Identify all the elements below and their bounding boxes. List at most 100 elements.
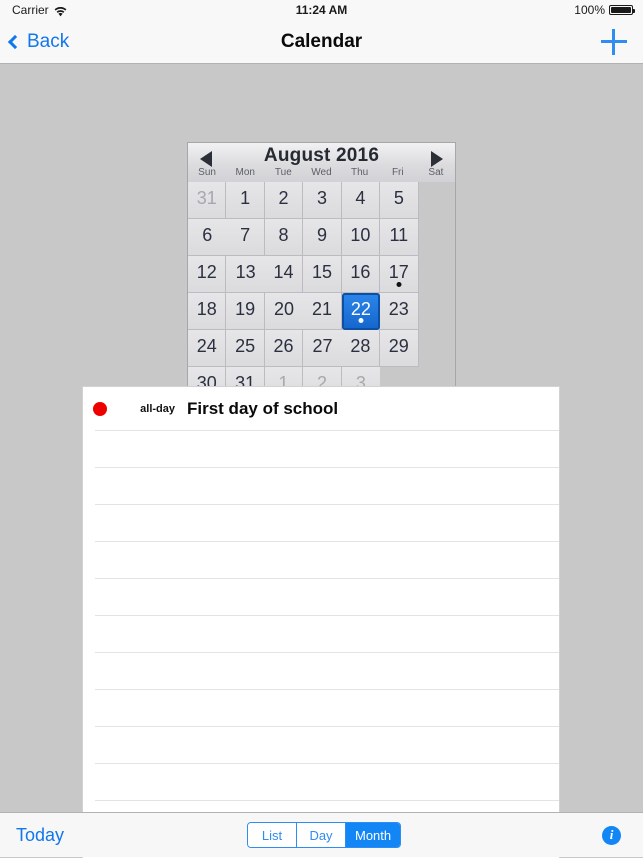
- calendar-day-cell[interactable]: 1: [226, 182, 265, 219]
- calendar-day-cell[interactable]: 2: [264, 182, 304, 219]
- event-row-empty[interactable]: [83, 430, 559, 467]
- calendar-header: August 2016 Sun Mon Tue Wed Thu Fri Sat: [187, 142, 456, 182]
- event-row-empty[interactable]: [83, 763, 559, 800]
- calendar-day-number: 18: [196, 298, 217, 319]
- status-bar-time: 11:24 AM: [295, 3, 348, 17]
- triangle-left-icon[interactable]: [200, 151, 212, 167]
- calendar-day-number: 31: [196, 187, 217, 208]
- calendar-day-number: 26: [273, 335, 294, 356]
- calendar-day-number: 19: [235, 298, 256, 319]
- calendar-day-number: 22: [350, 299, 371, 319]
- calendar-day-number: 7: [240, 224, 251, 245]
- segment-list[interactable]: List: [248, 823, 297, 847]
- calendar-day-cell[interactable]: 13: [226, 256, 265, 293]
- calendar-month-title: August 2016: [263, 145, 380, 166]
- event-row-empty[interactable]: [83, 541, 559, 578]
- weekday-label: Sat: [428, 167, 444, 178]
- calendar-day-cell[interactable]: 18: [188, 293, 227, 330]
- calendar-day-cell[interactable]: 29: [380, 330, 419, 367]
- event-indicator-dot: [396, 282, 402, 287]
- calendar-day-number: 16: [350, 261, 371, 282]
- event-row-empty[interactable]: [83, 467, 559, 504]
- calendar-day-number: 13: [235, 261, 256, 282]
- calendar-day-cell[interactable]: 19: [226, 293, 265, 330]
- calendar-day-cell[interactable]: 4: [341, 182, 381, 219]
- weekday-label: Mon: [235, 167, 255, 178]
- today-button[interactable]: Today: [16, 825, 64, 846]
- calendar-day-cell[interactable]: 3: [303, 182, 342, 219]
- calendar-day-cell[interactable]: 27: [303, 330, 342, 367]
- status-bar: Carrier 11:24 AM 100%: [0, 0, 643, 20]
- calendar-day-number: 15: [311, 261, 332, 282]
- calendar-day-number: 5: [393, 187, 404, 208]
- event-row-empty[interactable]: [83, 689, 559, 726]
- calendar-day-cell[interactable]: 15: [303, 256, 342, 293]
- calendar-day-number: 11: [389, 224, 409, 245]
- calendar-day-number: 12: [196, 261, 217, 282]
- calendar-day-number: 3: [316, 187, 327, 208]
- event-row-empty[interactable]: [83, 615, 559, 652]
- calendar-day-number: 23: [388, 298, 409, 319]
- event-row-empty[interactable]: [83, 578, 559, 615]
- calendar-day-number: 6: [202, 224, 213, 245]
- event-indicator-dot: [358, 318, 364, 323]
- calendar-day-cell[interactable]: 24: [188, 330, 227, 367]
- calendar-day-cell[interactable]: 25: [226, 330, 265, 367]
- calendar-day-cell[interactable]: 26: [264, 330, 304, 367]
- calendar-day-cell[interactable]: 6: [188, 219, 227, 256]
- calendar-day-cell[interactable]: 31: [188, 182, 227, 219]
- calendar-day-cell-selected[interactable]: 22: [341, 293, 381, 330]
- weekday-label: Fri: [391, 167, 404, 178]
- calendar-day-cell[interactable]: 23: [380, 293, 419, 330]
- weekday-header-row: Sun Mon Tue Wed Thu Fri Sat: [188, 167, 455, 180]
- weekday-label: Tue: [274, 167, 292, 178]
- calendar-day-cell[interactable]: 21: [303, 293, 342, 330]
- calendar-day-cell[interactable]: 10: [341, 219, 381, 256]
- view-mode-segmented-control[interactable]: List Day Month: [247, 822, 402, 848]
- calendar-day-cell[interactable]: 12: [188, 256, 227, 293]
- bottom-toolbar: Today List Day Month i: [0, 812, 643, 857]
- calendar-day-cell[interactable]: 14: [264, 256, 304, 293]
- event-title-label: First day of school: [187, 398, 339, 418]
- calendar-day-number: 10: [350, 224, 371, 245]
- calendar-day-number: 29: [388, 335, 409, 356]
- calendar-day-cell[interactable]: 7: [226, 219, 265, 256]
- calendar-day-number: 28: [350, 335, 371, 356]
- calendar-day-number: 27: [312, 335, 333, 356]
- status-bar-right: 100%: [574, 3, 635, 17]
- calendar-day-number: 24: [196, 335, 217, 356]
- calendar-day-cell[interactable]: 11: [380, 219, 419, 256]
- calendar-day-cell[interactable]: 20: [264, 293, 304, 330]
- calendar-day-number: 1: [240, 187, 251, 208]
- weekday-label: Sun: [198, 167, 216, 178]
- calendar-day-cell[interactable]: 17: [380, 256, 419, 293]
- calendar-day-number: 20: [274, 298, 295, 319]
- triangle-right-icon[interactable]: [431, 151, 443, 167]
- event-row-empty[interactable]: [83, 652, 559, 689]
- event-list-panel: all-day First day of school: [82, 386, 560, 858]
- event-row-empty[interactable]: [83, 504, 559, 541]
- event-time-label: all-day: [140, 402, 175, 415]
- calendar-day-cell[interactable]: 9: [303, 219, 342, 256]
- content-area: August 2016 Sun Mon Tue Wed Thu Fri Sat …: [0, 64, 643, 858]
- calendar-day-number: 14: [273, 261, 294, 282]
- month-calendar: August 2016 Sun Mon Tue Wed Thu Fri Sat …: [187, 142, 456, 426]
- calendar-day-number: 8: [278, 224, 289, 245]
- calendar-day-number: 25: [235, 335, 256, 356]
- calendar-day-number: 21: [311, 298, 332, 319]
- battery-percent-label: 100%: [574, 3, 605, 17]
- calendar-day-number: 4: [355, 187, 366, 208]
- segment-day[interactable]: Day: [297, 823, 346, 847]
- calendar-day-number: 9: [316, 224, 327, 245]
- calendar-day-number: 17: [388, 261, 409, 282]
- calendar-day-cell[interactable]: 8: [264, 219, 304, 256]
- weekday-label: Thu: [351, 167, 369, 178]
- calendar-day-cell[interactable]: 16: [341, 256, 381, 293]
- event-row-empty[interactable]: [83, 726, 559, 763]
- event-row[interactable]: all-day First day of school: [83, 387, 559, 430]
- info-circle-icon[interactable]: i: [602, 825, 621, 845]
- calendar-day-cell[interactable]: 28: [341, 330, 381, 367]
- plus-icon[interactable]: [601, 28, 627, 55]
- segment-month[interactable]: Month: [346, 823, 401, 847]
- calendar-day-cell[interactable]: 5: [380, 182, 419, 219]
